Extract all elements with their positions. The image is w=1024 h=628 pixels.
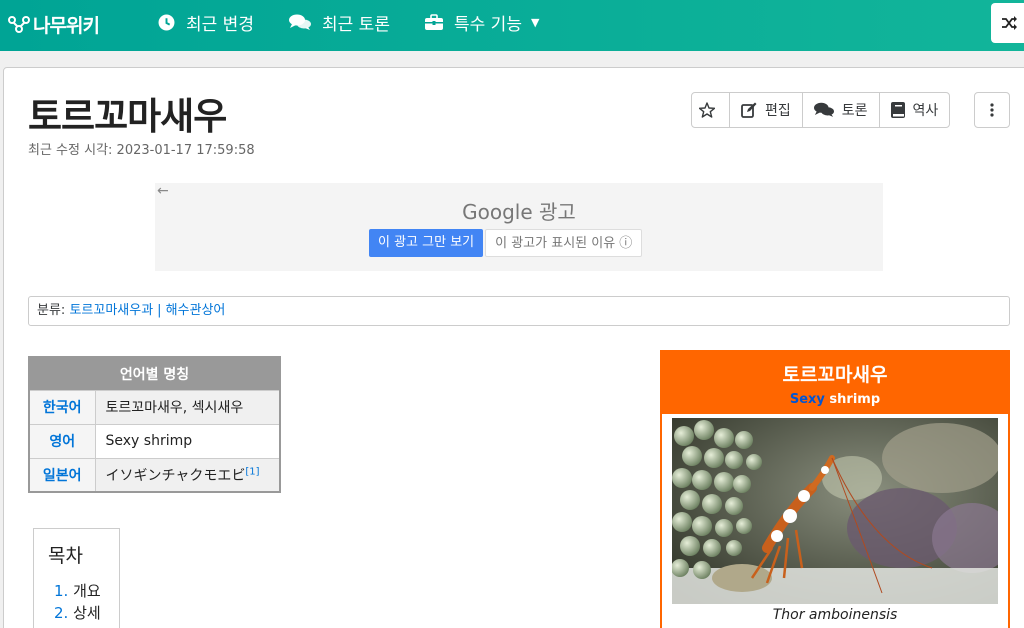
infobox-subtitle: Sexy shrimp <box>662 392 1008 407</box>
names-table-header: 언어별 명칭 <box>29 357 280 390</box>
vertical-ellipsis-icon <box>990 103 994 117</box>
category-label: 분류: <box>37 303 70 318</box>
ad-buttons: 이 광고 그만 보기 이 광고가 표시된 이유 ⓘ <box>369 229 643 257</box>
history-button[interactable]: 역사 <box>880 93 950 127</box>
ad-brand-suffix: 광고 <box>532 200 576 224</box>
ad-brand-google: Google <box>462 200 533 224</box>
toc-title: 목차 <box>48 545 83 567</box>
last-modified-time: 2023-01-17 17:59:58 <box>116 143 255 158</box>
infobox-title: 토르꼬마새우 <box>782 364 888 386</box>
history-label: 역사 <box>912 103 939 119</box>
shrimp-photo-graphic <box>672 418 998 604</box>
table-of-contents: 목차 1. 개요 2. 상세 <box>33 528 120 628</box>
toc-item-number[interactable]: 1. <box>54 582 68 600</box>
comments-icon <box>813 102 834 117</box>
nav-recent-discuss-label: 최근 토론 <box>322 14 390 35</box>
ad-banner: ← Google 광고 이 광고 그만 보기 이 광고가 표시된 이유 ⓘ <box>155 183 883 271</box>
nav-special-label: 특수 기능 <box>454 14 522 35</box>
lang-name-value: 토르꼬마새우, 섹시새우 <box>94 389 281 425</box>
comments-icon <box>289 14 311 30</box>
clock-icon <box>158 14 175 30</box>
ad-brand: Google 광고 <box>155 196 883 225</box>
edit-button[interactable]: 편집 <box>730 93 803 127</box>
table-row: 일본어 イソギンチャクモエビ[1] <box>28 457 281 493</box>
lang-link[interactable]: 일본어 <box>28 457 96 493</box>
table-row: 영어 Sexy shrimp <box>28 423 281 459</box>
toolbox-icon <box>425 14 443 30</box>
logo-text: 나무위키 <box>33 14 100 37</box>
star-button[interactable] <box>692 93 730 127</box>
top-navbar: 나무위키 최근 변경 최근 토론 특수 기능 ▼ <box>0 0 1024 51</box>
lang-name-text: イソギンチャクモエビ <box>105 467 246 484</box>
article-toolbar: 편집 토론 역사 <box>691 92 951 128</box>
toc-item[interactable]: 1. 개요 <box>54 580 119 602</box>
infobox-header: 토르꼬마새우 Sexy shrimp <box>662 352 1008 414</box>
toc-item-label: 상세 <box>73 604 101 622</box>
shrimp-photo[interactable] <box>672 418 998 604</box>
caret-down-icon: ▼ <box>530 15 540 29</box>
discuss-button[interactable]: 토론 <box>803 93 880 127</box>
lang-name-value: イソギンチャクモエビ[1] <box>94 457 281 493</box>
edit-label: 편집 <box>765 103 791 119</box>
nav-recent-changes[interactable]: 최근 변경 <box>158 0 254 44</box>
last-modified: 최근 수정 시각: 2023-01-17 17:59:58 <box>28 139 255 158</box>
last-modified-label: 최근 수정 시각: <box>28 143 117 158</box>
lang-link[interactable]: 한국어 <box>28 389 96 425</box>
table-row: 한국어 토르꼬마새우, 섹시새우 <box>28 389 281 425</box>
tree-logo-icon <box>8 16 30 33</box>
photo-caption: Thor amboinensis <box>772 607 898 623</box>
category-box: 분류: 토르꼬마새우과 | 해수관상어 <box>28 296 1010 326</box>
book-icon <box>890 102 905 118</box>
ad-why-button[interactable]: 이 광고가 표시된 이유 ⓘ <box>485 229 643 257</box>
language-names-table: 언어별 명칭 한국어 토르꼬마새우, 섹시새우 영어 Sexy shrimp 일… <box>28 356 281 493</box>
infobox-subtitle-link[interactable]: Sexy <box>790 392 825 407</box>
category-link[interactable]: 토르꼬마새우과 <box>69 303 153 318</box>
toc-item-label: 개요 <box>73 582 101 600</box>
site-logo[interactable]: 나무위키 <box>8 11 100 37</box>
page-title: 토르꼬마새우 <box>28 95 227 138</box>
toc-item[interactable]: 2. 상세 <box>54 602 119 624</box>
shuffle-icon <box>1002 16 1017 30</box>
lang-name-value: Sexy shrimp <box>94 423 281 459</box>
infobox-subtitle-rest: shrimp <box>824 392 881 407</box>
nav-recent-discuss[interactable]: 최근 토론 <box>289 0 390 44</box>
ad-stop-button[interactable]: 이 광고 그만 보기 <box>369 229 484 257</box>
category-separator: | <box>157 303 162 318</box>
lang-link[interactable]: 영어 <box>28 423 96 459</box>
species-infobox: 토르꼬마새우 Sexy shrimp Thor amboinensis <box>660 350 1010 628</box>
category-link[interactable]: 해수관상어 <box>166 303 226 318</box>
star-icon <box>698 102 715 118</box>
discuss-label: 토론 <box>841 103 868 119</box>
edit-icon <box>741 102 757 118</box>
footnote-link[interactable]: [1] <box>245 466 259 477</box>
nav-recent-changes-label: 최근 변경 <box>186 14 254 35</box>
nav-special-functions[interactable]: 특수 기능 ▼ <box>425 0 539 44</box>
more-options-button[interactable] <box>974 92 1010 128</box>
toc-item-number[interactable]: 2. <box>54 604 68 622</box>
random-page-button[interactable] <box>991 3 1024 43</box>
